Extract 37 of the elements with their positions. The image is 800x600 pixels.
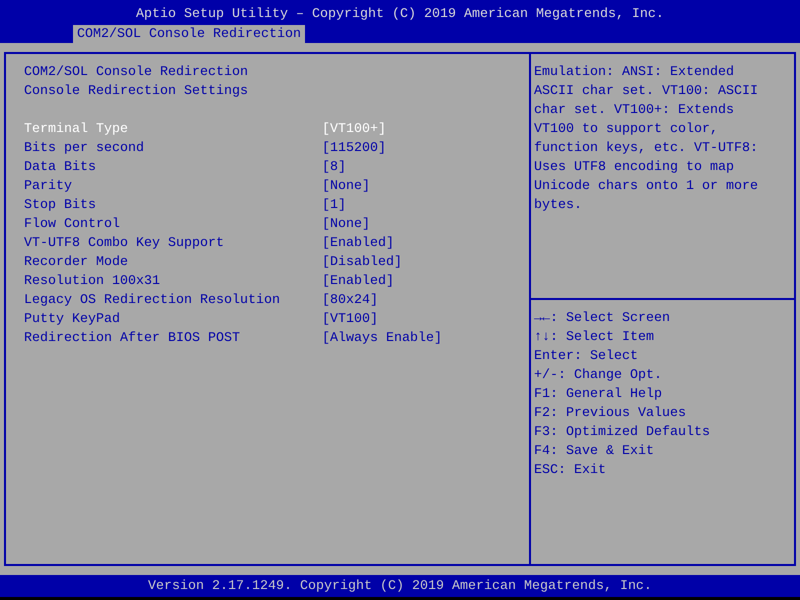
window-title: Aptio Setup Utility – Copyright (C) 2019 American Megatrends, Inc.: [135, 6, 665, 24]
setting-label[interactable]: Recorder Mode: [24, 253, 322, 272]
footer-bar: Version 2.17.1249. Copyright (C) 2019 American Megatrends, Inc.: [0, 575, 800, 597]
section-heading: Console Redirection Settings: [24, 83, 248, 101]
setting-value[interactable]: [VT100]: [322, 310, 378, 329]
help-text: Emulation: ANSI: Extended ASCII char set. VT100: ASCII char set. VT100+: Extends VT100 to support color, function keys, etc. VT-UTF8: Uses UTF8 encoding to map Unicode chars onto 1 or more bytes.: [534, 64, 759, 215]
key-hint: ESC: Exit: [534, 462, 606, 480]
section-heading: COM2/SOL Console Redirection: [24, 64, 248, 82]
setting-label[interactable]: VT-UTF8 Combo Key Support: [24, 234, 322, 253]
key-hint: F4: Save & Exit: [534, 443, 654, 461]
tab[interactable]: COM2/SOL Console Redirection: [73, 25, 305, 43]
setting-label[interactable]: Stop Bits: [24, 196, 322, 215]
setting-label[interactable]: Putty KeyPad: [24, 310, 322, 329]
setting-value[interactable]: [1]: [322, 196, 346, 215]
setting-value[interactable]: [None]: [322, 177, 370, 196]
setting-label[interactable]: Bits per second: [24, 139, 322, 158]
key-hint: →←: Select Screen: [534, 310, 670, 328]
setting-value[interactable]: [Enabled]: [322, 234, 394, 253]
key-hint: F2: Previous Values: [534, 405, 686, 423]
setting-value[interactable]: [115200]: [322, 139, 386, 158]
setting-label[interactable]: Resolution 100x31: [24, 272, 322, 291]
setting-value[interactable]: [Disabled]: [322, 253, 402, 272]
setting-label[interactable]: Legacy OS Redirection Resolution: [24, 291, 322, 310]
setting-value[interactable]: [None]: [322, 215, 370, 234]
setting-value[interactable]: [80x24]: [322, 291, 378, 310]
key-hint: F3: Optimized Defaults: [534, 424, 710, 442]
setting-label[interactable]: Redirection After BIOS POST: [24, 329, 322, 348]
key-hint: ↑↓: Select Item: [534, 329, 654, 347]
key-hint: +/-: Change Opt.: [534, 367, 662, 385]
setting-value[interactable]: [Enabled]: [322, 272, 394, 291]
setting-label[interactable]: Parity: [24, 177, 322, 196]
key-hint: F1: General Help: [534, 386, 662, 404]
setting-value[interactable]: [8]: [322, 158, 346, 177]
setting-label[interactable]: Flow Control: [24, 215, 322, 234]
key-hint: Enter: Select: [534, 348, 638, 366]
setting-value[interactable]: [Always Enable]: [322, 329, 442, 348]
setting-label[interactable]: Data Bits: [24, 158, 322, 177]
